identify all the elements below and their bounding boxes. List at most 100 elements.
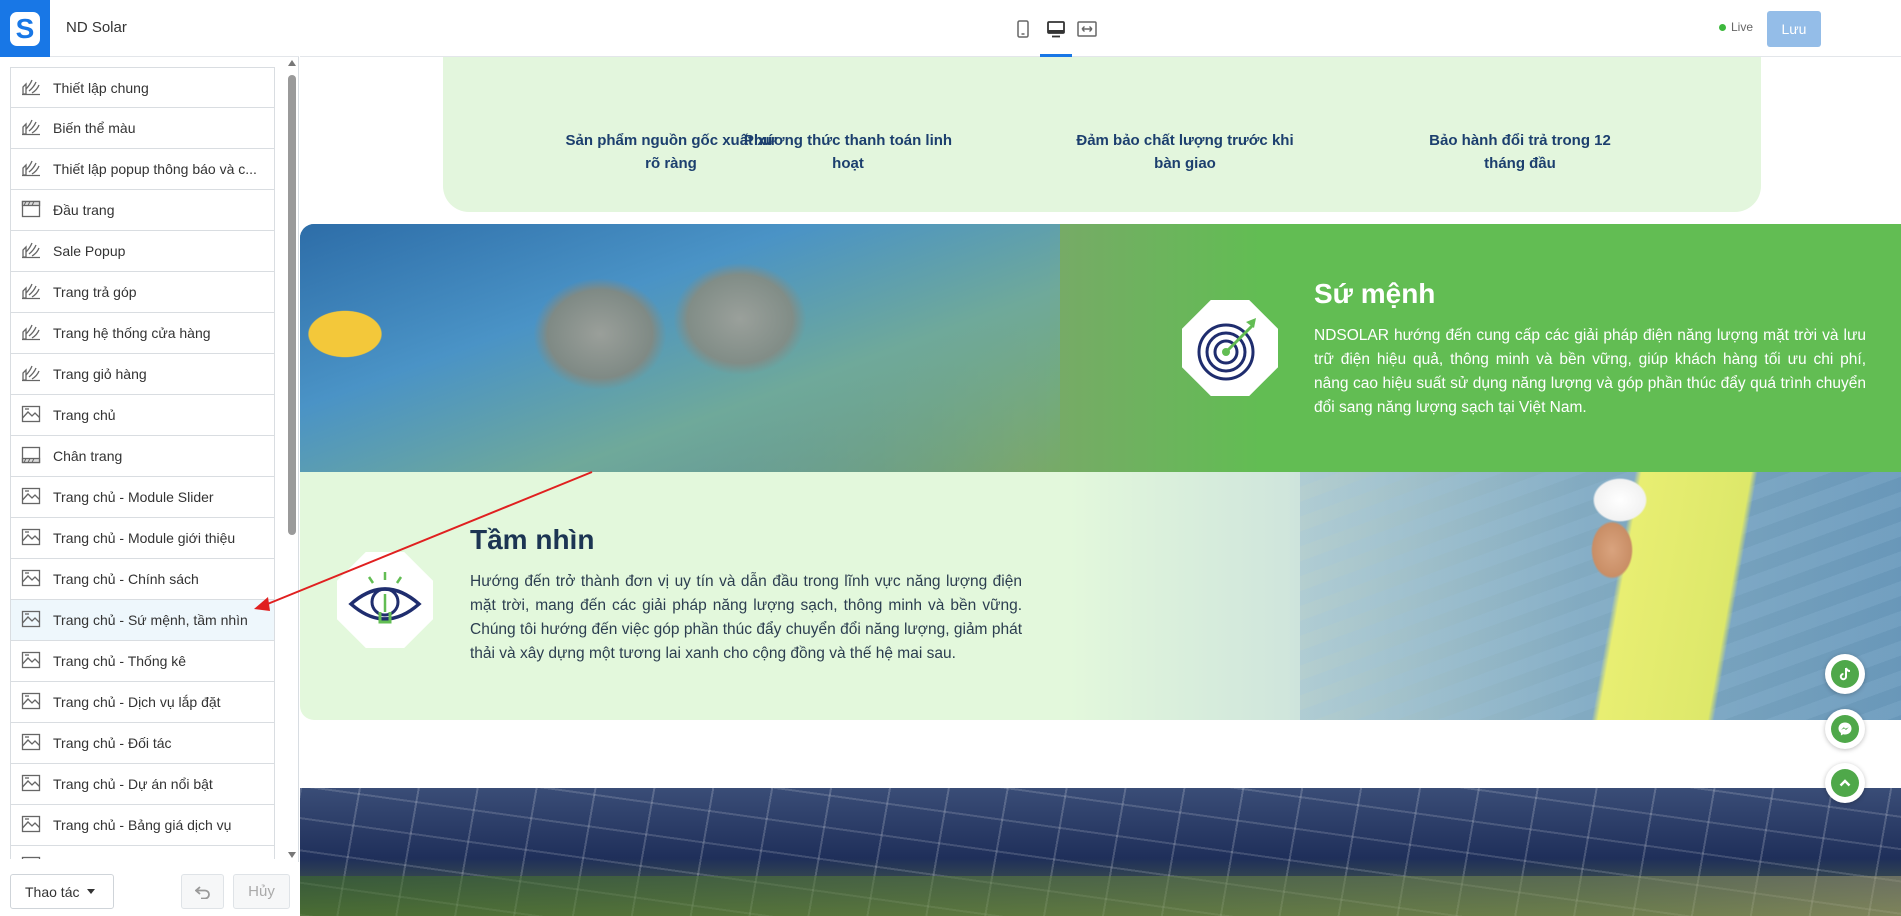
section-item-label: Trang chủ - Dịch vụ lắp đặt bbox=[53, 694, 221, 710]
undo-button[interactable] bbox=[181, 874, 224, 909]
section-item[interactable]: Trang chủ - Module Quy trình bbox=[10, 846, 275, 859]
mobile-icon bbox=[1017, 20, 1029, 38]
section-item[interactable]: Thiết lập popup thông báo và c... bbox=[10, 149, 275, 190]
image-icon bbox=[21, 528, 43, 548]
policy-section[interactable]: Sản phẩm nguồn gốc xuất xứ rõ ràng Phươn… bbox=[443, 57, 1761, 212]
sidebar-scrollbar[interactable] bbox=[287, 60, 297, 860]
section-item[interactable]: Trang chủ - Dự án nổi bật bbox=[10, 764, 275, 805]
section-item[interactable]: Trang chủ - Sứ mệnh, tầm nhìn bbox=[10, 600, 275, 641]
tiktok-icon bbox=[1831, 660, 1859, 688]
section-item-label: Trang chủ - Đối tác bbox=[53, 735, 172, 751]
image-icon bbox=[21, 815, 43, 835]
solar-panels-banner[interactable] bbox=[300, 788, 1901, 916]
image-icon bbox=[21, 569, 43, 589]
sidebar-header: S ND Solar bbox=[0, 0, 299, 57]
section-item[interactable]: Trang chủ - Thống kê bbox=[10, 641, 275, 682]
section-item[interactable]: Thiết lập chung bbox=[10, 67, 275, 108]
target-icon bbox=[1182, 300, 1278, 396]
section-item-label: Thiết lập chung bbox=[53, 79, 149, 96]
section-item[interactable]: Trang chủ - Bảng giá dịch vụ bbox=[10, 805, 275, 846]
section-item[interactable]: Trang chủ - Chính sách bbox=[10, 559, 275, 600]
image-icon bbox=[21, 774, 43, 794]
section-item[interactable]: Biến thể màu bbox=[10, 108, 275, 149]
section-item-label: Trang chủ - Chính sách bbox=[53, 571, 199, 587]
fullwidth-icon bbox=[1077, 21, 1097, 37]
section-item-label: Trang chủ - Module Quy trình bbox=[53, 858, 235, 859]
brush-icon bbox=[21, 118, 43, 138]
app-logo[interactable]: S bbox=[0, 0, 50, 57]
section-item-label: Trang chủ - Thống kê bbox=[53, 653, 187, 669]
section-item[interactable]: Trang chủ - Dịch vụ lắp đặt bbox=[10, 682, 275, 723]
section-item-label: Chân trang bbox=[53, 448, 123, 464]
live-dot-icon bbox=[1719, 23, 1726, 31]
tiktok-button[interactable] bbox=[1825, 654, 1865, 694]
logo-letter: S bbox=[10, 11, 40, 46]
policy-item-payment: Phương thức thanh toán linh hoạt bbox=[743, 132, 953, 172]
section-item-label: Trang chủ - Module giới thiệu bbox=[53, 530, 236, 546]
policy-item-warranty: Bảo hành đổi trả trong 12 tháng đầu bbox=[1429, 132, 1611, 172]
store-name: ND Solar bbox=[66, 19, 127, 36]
footer-layout-icon bbox=[21, 446, 43, 466]
sidebar-footer: Thao tác Hủy bbox=[0, 862, 299, 916]
section-item[interactable]: Trang chủ - Đối tác bbox=[10, 723, 275, 764]
desktop-icon bbox=[1047, 20, 1065, 37]
vision-title: Tầm nhìn bbox=[470, 524, 595, 555]
section-item-label: Trang hệ thống cửa hàng bbox=[53, 325, 211, 341]
brush-icon bbox=[21, 364, 43, 384]
undo-icon bbox=[194, 885, 210, 899]
scroll-top-icon bbox=[1831, 769, 1859, 797]
section-item-label: Trang chủ - Bảng giá dịch vụ bbox=[53, 817, 232, 833]
desktop-view-button[interactable] bbox=[1044, 17, 1068, 41]
section-item-label: Trang giỏ hàng bbox=[53, 366, 147, 382]
section-item[interactable]: Trang chủ - Module Slider bbox=[10, 477, 275, 518]
policy-item-quality: Đảm bảo chất lượng trước khi bàn giao bbox=[1076, 132, 1294, 172]
save-button[interactable]: Lưu bbox=[1767, 11, 1821, 47]
image-icon bbox=[21, 610, 43, 630]
mission-text: NDSOLAR hướng đến cung cấp các giải pháp… bbox=[1314, 327, 1866, 416]
header-layout-icon bbox=[21, 200, 43, 220]
image-icon bbox=[21, 733, 43, 753]
scroll-up-arrow[interactable] bbox=[288, 60, 296, 66]
section-list: Thiết lập chung Biến thể màu Thiết lập pop… bbox=[10, 67, 275, 859]
scroll-down-arrow[interactable] bbox=[288, 852, 296, 858]
editor-topbar: Live Lưu bbox=[300, 0, 1901, 57]
section-item[interactable]: Trang trả góp bbox=[10, 272, 275, 313]
messenger-button[interactable] bbox=[1825, 709, 1865, 749]
brush-icon bbox=[21, 323, 43, 343]
theme-sections-sidebar: S ND Solar Thiết lập chung Biến thể màu Th… bbox=[0, 0, 299, 916]
section-item-label: Thiết lập popup thông báo và c... bbox=[53, 161, 257, 177]
section-item-label: Sale Popup bbox=[53, 243, 126, 259]
section-item[interactable]: Trang chủ - Module giới thiệu bbox=[10, 518, 275, 559]
mission-section[interactable]: Sứ mệnh NDSOLAR hướng đến cung cấp các g… bbox=[300, 224, 1901, 472]
vision-section[interactable]: Tầm nhìn Hướng đến trở thành đơn vị uy t… bbox=[300, 472, 1901, 720]
scroll-top-button[interactable] bbox=[1825, 763, 1865, 803]
section-item[interactable]: Sale Popup bbox=[10, 231, 275, 272]
fullwidth-view-button[interactable] bbox=[1075, 17, 1099, 41]
mission-photo bbox=[300, 224, 1060, 472]
brush-icon bbox=[21, 159, 43, 179]
mission-title: Sứ mệnh bbox=[1314, 278, 1436, 309]
cancel-button[interactable]: Hủy bbox=[233, 874, 290, 909]
section-item[interactable]: Trang giỏ hàng bbox=[10, 354, 275, 395]
image-icon bbox=[21, 405, 43, 425]
eye-bulb-icon bbox=[337, 552, 433, 648]
mobile-view-button[interactable] bbox=[1011, 17, 1035, 41]
section-item-label: Đầu trang bbox=[53, 202, 115, 218]
image-icon bbox=[21, 651, 43, 671]
vision-text: Hướng đến trở thành đơn vị uy tín và dẫn… bbox=[470, 573, 1022, 662]
section-item-label: Trang trả góp bbox=[53, 284, 137, 300]
section-item[interactable]: Chân trang bbox=[10, 436, 275, 477]
vision-photo bbox=[1300, 472, 1901, 720]
section-item-label: Trang chủ - Module Slider bbox=[53, 489, 214, 505]
scrollbar-thumb[interactable] bbox=[288, 75, 296, 535]
page-preview[interactable]: Sản phẩm nguồn gốc xuất xứ rõ ràng Phươn… bbox=[300, 57, 1901, 916]
brush-icon bbox=[21, 282, 43, 302]
actions-dropdown[interactable]: Thao tác bbox=[10, 874, 114, 909]
section-item[interactable]: Đầu trang bbox=[10, 190, 275, 231]
brush-icon bbox=[21, 241, 43, 261]
image-icon bbox=[21, 487, 43, 507]
live-status: Live bbox=[1719, 20, 1753, 34]
section-item[interactable]: Trang chủ bbox=[10, 395, 275, 436]
section-item[interactable]: Trang hệ thống cửa hàng bbox=[10, 313, 275, 354]
actions-label: Thao tác bbox=[25, 883, 80, 900]
